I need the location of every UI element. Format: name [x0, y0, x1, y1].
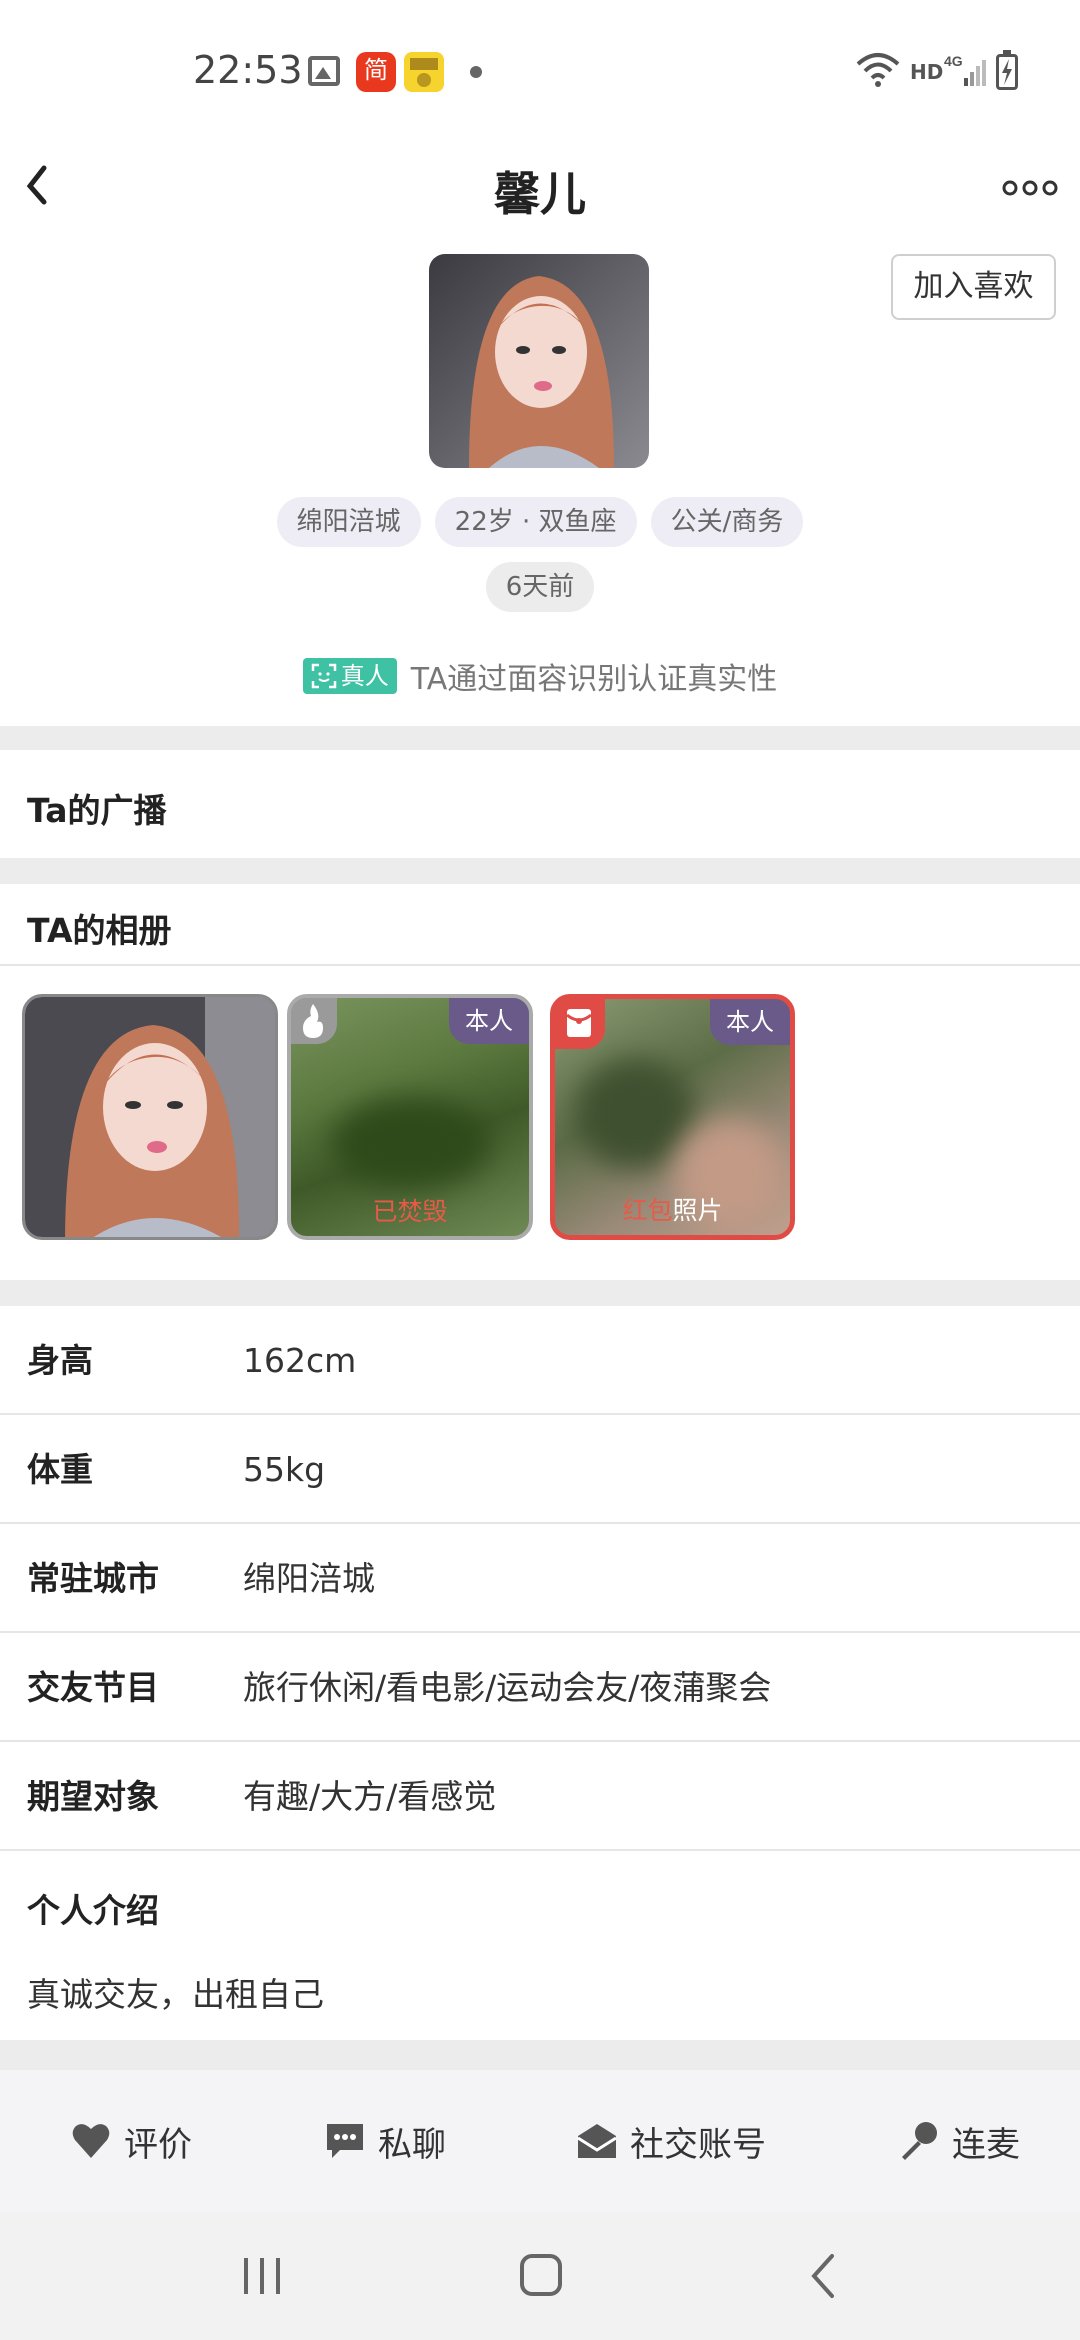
info-value: 55kg [243, 1450, 326, 1489]
microphone-icon [902, 2122, 937, 2160]
avatar-photo [429, 254, 649, 468]
recent-apps-icon [244, 2258, 280, 2294]
dot-icon [470, 66, 482, 78]
header: 馨儿 [0, 140, 1080, 250]
flame-icon [291, 998, 337, 1044]
info-row-height: 身高 162cm [0, 1306, 1080, 1415]
tag-occupation: 公关/商务 [650, 497, 804, 547]
album-title: TA的相册 [27, 911, 172, 950]
avatar[interactable] [429, 254, 649, 468]
more-options-button[interactable] [1000, 160, 1064, 220]
album-photo-1[interactable] [22, 994, 278, 1240]
nav-back-button[interactable] [762, 2212, 882, 2340]
wifi-icon [856, 53, 900, 87]
status-time: 22:53 [193, 48, 303, 92]
info-value: 绵阳涪城 [243, 1559, 375, 1598]
envelope-icon [577, 2124, 617, 2158]
intro-title: 个人介绍 [27, 1891, 159, 1930]
blur-shape [575, 1059, 695, 1169]
face-scan-icon [311, 663, 336, 689]
info-row-city: 常驻城市 绵阳涪城 [0, 1524, 1080, 1633]
tag-age-zodiac: 22岁 · 双鱼座 [434, 497, 637, 547]
album-title-divider [0, 964, 1080, 966]
section-divider [0, 726, 1080, 750]
album-photo-burned[interactable]: 本人 已焚毁 [287, 994, 533, 1240]
info-label: 常驻城市 [27, 1559, 159, 1598]
verified-badge: 真人 [302, 658, 397, 694]
info-label: 期望对象 [27, 1777, 159, 1816]
info-value: 旅行休闲/看电影/运动会友/夜蒲聚会 [243, 1668, 772, 1707]
mic-link-label: 连麦 [952, 2124, 1020, 2165]
verification-row: 真人 TA通过面容识别认证真实性 [0, 654, 1080, 698]
red-packet-icon [555, 999, 605, 1049]
svg-text:4G: 4G [944, 53, 963, 69]
action-bar: 评价 私聊 社交账号 连麦 [0, 2070, 1080, 2212]
red-packet-caption-red: 红包 [622, 1196, 673, 1225]
signal-4g-icon: 4G [944, 53, 986, 86]
rate-button[interactable]: 评价 [70, 2070, 192, 2212]
info-row-weight: 体重 55kg [0, 1415, 1080, 1524]
app-icon [404, 52, 444, 92]
section-divider [0, 2040, 1080, 2070]
page-title: 馨儿 [494, 167, 586, 221]
broadcast-title[interactable]: Ta的广播 [27, 784, 167, 832]
heart-icon [72, 2124, 110, 2158]
info-row-activities: 交友节目 旅行休闲/看电影/运动会友/夜蒲聚会 [0, 1633, 1080, 1742]
more-options-icon [1002, 180, 1058, 196]
info-row-expectation: 期望对象 有趣/大方/看感觉 [0, 1742, 1080, 1851]
hd-icon: HD [910, 60, 944, 84]
private-chat-button[interactable]: 私聊 [324, 2070, 446, 2212]
home-icon [520, 2254, 562, 2296]
profile-tags: 绵阳涪城 22岁 · 双鱼座 公关/商务 [0, 497, 1080, 547]
section-divider [0, 858, 1080, 884]
chat-icon [327, 2124, 363, 2158]
info-value: 有趣/大方/看感觉 [243, 1777, 497, 1816]
add-to-favorites-button[interactable]: 加入喜欢 [891, 254, 1056, 320]
active-time-row: 6天前 [0, 562, 1080, 612]
blur-shape [331, 1098, 491, 1188]
red-packet-caption: 红包照片 [555, 1191, 790, 1227]
system-nav-bar [0, 2212, 1080, 2340]
red-packet-caption-white: 照片 [672, 1196, 723, 1225]
self-photo-label: 本人 [449, 998, 529, 1044]
last-active-badge: 6天前 [485, 562, 595, 612]
self-photo-label: 本人 [710, 999, 790, 1045]
social-account-label: 社交账号 [630, 2124, 766, 2165]
private-chat-label: 私聊 [378, 2124, 446, 2165]
verified-badge-label: 真人 [340, 662, 389, 690]
album-photo-image [25, 997, 275, 1237]
burned-caption: 已焚毁 [372, 1197, 448, 1226]
info-label: 交友节目 [27, 1668, 159, 1707]
recent-apps-button[interactable] [202, 2212, 322, 2340]
gallery-icon [308, 56, 340, 86]
rate-label: 评价 [124, 2124, 192, 2165]
social-account-button[interactable]: 社交账号 [576, 2070, 766, 2212]
home-button[interactable] [482, 2212, 602, 2340]
section-divider [0, 1280, 1080, 1306]
info-value: 162cm [243, 1341, 357, 1380]
tag-location: 绵阳涪城 [276, 497, 421, 547]
verification-text: TA通过面容识别认证真实性 [410, 662, 778, 697]
battery-icon [996, 50, 1018, 90]
album-photo-red-packet[interactable]: 本人 红包照片 [550, 994, 795, 1240]
status-bar: 22:53 简 HD 4G [0, 0, 1080, 140]
mic-link-button[interactable]: 连麦 [898, 2070, 1020, 2212]
info-label: 身高 [27, 1341, 93, 1380]
info-label: 体重 [27, 1450, 93, 1489]
intro-text: 真诚交友，出租自己 [27, 1975, 324, 2014]
back-icon [811, 2254, 834, 2298]
jian-app-icon: 简 [356, 52, 396, 92]
